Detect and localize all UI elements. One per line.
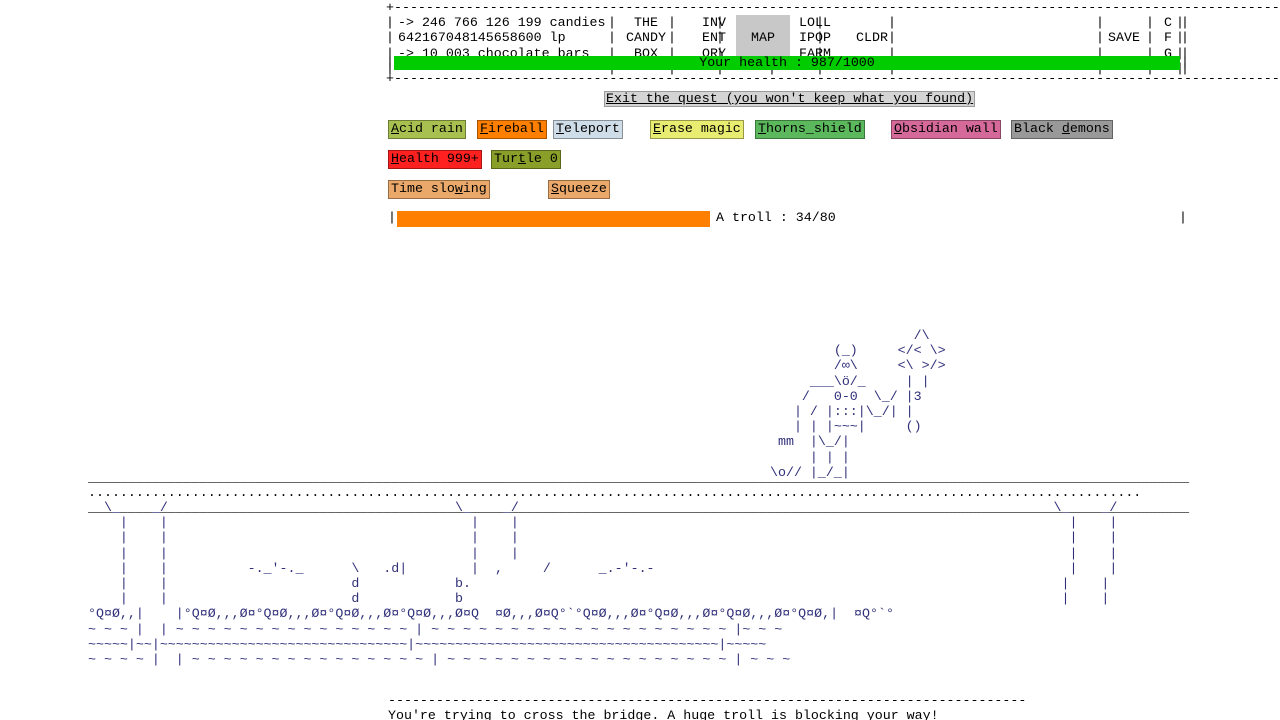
spell-row-0: Acid rain Fireball Teleport Erase magic Thor… bbox=[0, 120, 1280, 150]
tab-map[interactable]: MAP bbox=[736, 15, 790, 61]
spell-obsidian-wall-label: Obsidian wall bbox=[894, 121, 998, 136]
tab-candy-box-line: CANDY bbox=[626, 30, 666, 46]
tab-candy-box[interactable]: THE CANDY BOX bbox=[610, 15, 682, 61]
spell-obsidian-wall[interactable]: Obsidian wall bbox=[891, 120, 1001, 139]
player-health-label: Your health : 987/1000 bbox=[699, 56, 875, 70]
footer-message: You're trying to cross the bridge. A hug… bbox=[388, 708, 939, 720]
spell-teleport-label: Teleport bbox=[556, 121, 620, 136]
spell-health-potion-label: Health 999+ bbox=[391, 151, 479, 166]
spell-erase-magic[interactable]: Erase magic bbox=[650, 120, 744, 139]
spell-thorns-shield[interactable]: Thorns_shield bbox=[755, 120, 865, 139]
enemy-bar-right-border: | bbox=[1179, 210, 1187, 225]
enemy-health-bar: | A troll : 34/80 | bbox=[386, 210, 1188, 228]
tab-save-line: SAVE bbox=[1108, 30, 1140, 46]
hud-right-border: | bbox=[1181, 15, 1189, 31]
spell-fireball-label: Fireball bbox=[480, 121, 544, 136]
spell-black-demons[interactable]: Black demons bbox=[1011, 120, 1113, 139]
spell-squeeze-label: Squeeze bbox=[551, 181, 607, 196]
footer-panel: ----------------------------------------… bbox=[388, 693, 1026, 720]
tab-cauldron-line: CLDR bbox=[856, 30, 888, 46]
resource-line: -> 246 766 126 199 candies bbox=[398, 15, 606, 31]
hud-grid: | | | | -> 246 766 126 199 candies 6421670481… bbox=[386, 15, 1189, 76]
enemy-bar-left-border: | bbox=[388, 210, 396, 225]
spell-teleport[interactable]: Teleport bbox=[553, 120, 623, 139]
tab-candy-box-line: THE bbox=[634, 15, 658, 31]
spell-buttons: Acid rain Fireball Teleport Erase magic Thor… bbox=[0, 120, 1280, 210]
tab-map-line: MAP bbox=[751, 30, 775, 46]
hud-left-border: | bbox=[386, 15, 394, 31]
hud-frame-top: +---------------------------------------… bbox=[386, 0, 1280, 15]
tab-cauldron[interactable]: CLDR bbox=[842, 15, 902, 61]
spell-fireball[interactable]: Fireball bbox=[477, 120, 547, 139]
troll-ascii-art: /\ (_) </< \> /∞\ <\ >/> ___\ö/_ | | / 0… bbox=[770, 328, 946, 480]
spell-erase-magic-label: Erase magic bbox=[653, 121, 741, 136]
bridge-ascii-art: \_ _/ \_ _/ \_ _/ | | | | | | | | | | | … bbox=[88, 500, 1118, 668]
spell-row-1: Health 999+ Turtle 0 bbox=[0, 150, 1280, 180]
game-screen: +---------------------------------------… bbox=[0, 0, 1280, 720]
spell-row-2: Time slowing Squeeze bbox=[0, 180, 1280, 210]
spell-thorns-shield-label: Thorns_shield bbox=[758, 121, 862, 136]
health-bar-right-border: | bbox=[1181, 55, 1189, 70]
exit-quest-text: Exit the quest (you won't keep what you … bbox=[606, 91, 974, 106]
resource-line: 642167048145658600 lp bbox=[398, 30, 566, 46]
tab-cfg-line: C bbox=[1164, 15, 1172, 31]
hud-panel: +---------------------------------------… bbox=[386, 0, 1280, 86]
tab-lollipop-farm[interactable]: LOLL IPOP FARM bbox=[784, 15, 846, 61]
spell-acid-rain-label: Acid rain bbox=[391, 121, 463, 136]
health-bar-left-border: | bbox=[386, 55, 394, 70]
exit-quest-label: Exit the quest (you won't keep what you … bbox=[606, 91, 973, 106]
tab-lollipop-farm-line: IPOP bbox=[799, 30, 831, 46]
spell-turtle[interactable]: Turtle 0 bbox=[491, 150, 561, 169]
tab-lollipop-farm-line: LOLL bbox=[799, 15, 831, 31]
spell-health-potion[interactable]: Health 999+ bbox=[388, 150, 482, 169]
spell-acid-rain[interactable]: Acid rain bbox=[388, 120, 466, 139]
spell-time-slowing[interactable]: Time slowing bbox=[388, 180, 490, 199]
exit-quest-button[interactable]: Exit the quest (you won't keep what you … bbox=[604, 91, 976, 107]
spell-time-slowing-label: Time slowing bbox=[391, 181, 487, 196]
footer-divider: ----------------------------------------… bbox=[388, 693, 1027, 708]
spell-black-demons-label: Black demons bbox=[1014, 121, 1110, 136]
spell-squeeze[interactable]: Squeeze bbox=[548, 180, 610, 199]
hud-frame-bottom: +---------------------------------------… bbox=[386, 71, 1280, 86]
enemy-health-label: A troll : 34/80 bbox=[716, 210, 836, 225]
enemy-health-fill bbox=[397, 211, 710, 227]
hud-left-border: | bbox=[386, 30, 394, 46]
spell-turtle-label: Turtle 0 bbox=[494, 151, 558, 166]
tab-cfg-line: F bbox=[1164, 30, 1172, 46]
tab-save[interactable]: SAVE bbox=[1094, 15, 1154, 61]
hud-right-border: | bbox=[1181, 30, 1189, 46]
player-health-bar: Your health : 987/1000 bbox=[394, 56, 1180, 70]
tab-cfg[interactable]: CFG bbox=[1152, 15, 1184, 61]
